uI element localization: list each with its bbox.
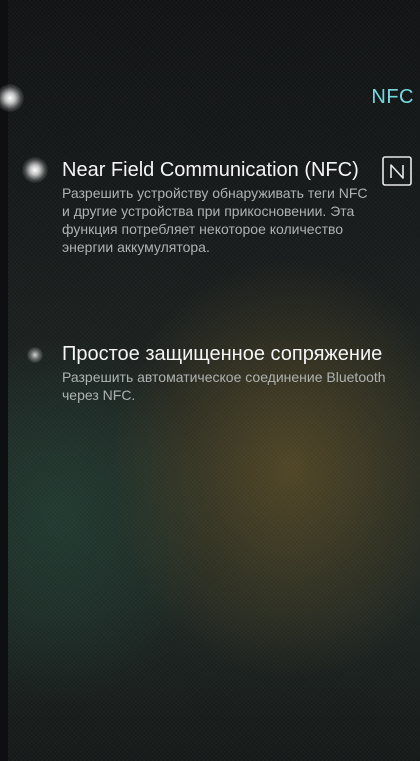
setting-description-secure-pairing: Разрешить автоматическое соединение Blue… [62,369,386,403]
setting-item-secure-pairing[interactable]: Простое защищенное сопряжение Разрешить … [62,342,414,404]
back-button[interactable] [0,84,24,112]
left-edge-bar [0,0,8,761]
setting-description-nfc: Разрешить устройству обнаруживать теги N… [62,185,368,255]
secure-pairing-toggle-indicator[interactable] [27,347,43,363]
nfc-n-icon [382,156,412,186]
setting-title-nfc: Near Field Communication (NFC) [62,159,359,181]
page-title: NFC [371,86,414,108]
setting-item-nfc[interactable]: Near Field Communication (NFC) Разрешить… [62,158,374,256]
nfc-toggle-indicator[interactable] [22,157,48,183]
setting-title-secure-pairing: Простое защищенное сопряжение [62,343,383,365]
